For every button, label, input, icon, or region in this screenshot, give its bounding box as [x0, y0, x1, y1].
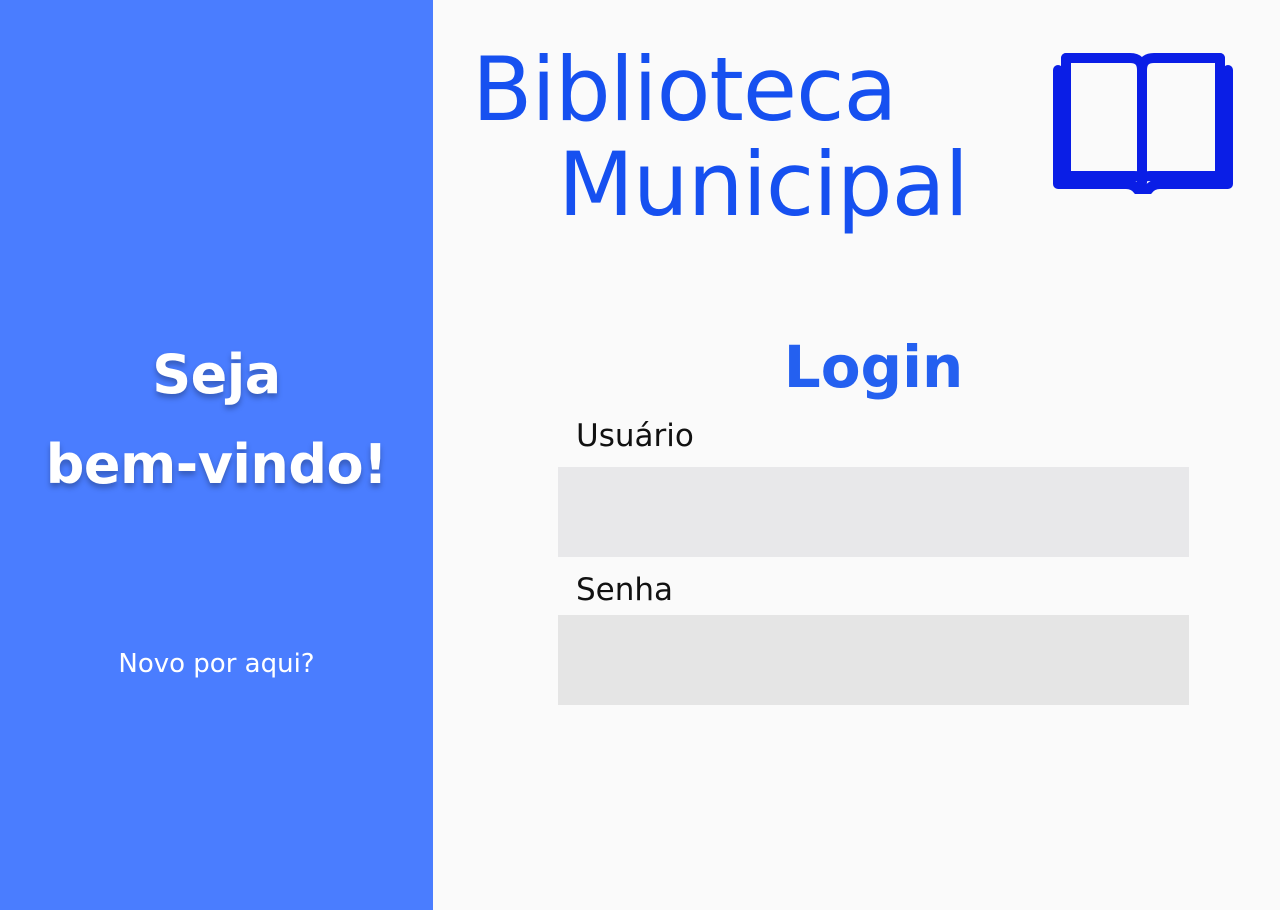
password-label: Senha: [576, 572, 674, 608]
open-book-icon: [1053, 53, 1233, 194]
welcome-panel: Seja bem-vindo! Novo por aqui?: [0, 0, 433, 910]
login-title: Login: [783, 333, 964, 401]
welcome-line-2: bem-vindo!: [45, 433, 388, 496]
welcome-line-1: Seja: [152, 343, 281, 406]
password-input[interactable]: [558, 615, 1189, 705]
app-title-line-2: Municipal: [558, 133, 969, 236]
app-title-line-1: Biblioteca: [472, 38, 897, 141]
username-label: Usuário: [576, 418, 694, 454]
app-title: Biblioteca Municipal: [472, 42, 1052, 232]
welcome-heading: Seja bem-vindo!: [0, 330, 433, 510]
signup-link[interactable]: Novo por aqui?: [0, 646, 433, 682]
username-input[interactable]: [558, 467, 1189, 557]
